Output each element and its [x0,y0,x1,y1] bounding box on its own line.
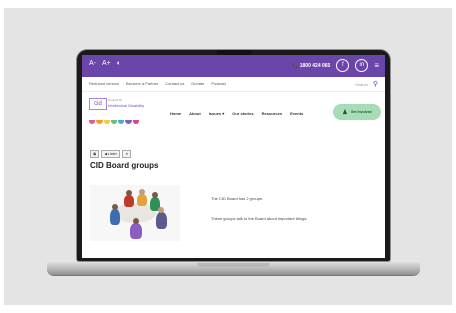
laptop-screen: A- A+ ◐ 📞 1800 424 065 f in ≡ Reduced ve… [82,55,385,258]
body-line-1: The CID Board has 2 groups. [211,196,264,201]
main-nav-issues[interactable]: Issues ▾ [209,111,225,116]
site-logo[interactable]: cid Council for Intellectual Disability [89,98,144,126]
contrast-icon[interactable]: ◐ [117,60,121,67]
base-groove [197,263,270,267]
main-nav-resources[interactable]: Resources [262,111,282,116]
board-meeting-photo [90,185,180,241]
nav-link-contact[interactable]: Contact us [165,81,184,86]
laptop-base [47,262,420,275]
nav-link-podcast[interactable]: Podcast [211,81,225,86]
body-line-2: These groups talk to the Board about imp… [211,216,308,221]
hamburger-icon[interactable]: ≡ [374,60,379,71]
main-nav-home[interactable]: Home [170,111,181,116]
logo-mark: cid [89,98,107,110]
decrease-font-button[interactable]: A- [89,60,96,67]
main-nav-our-stories[interactable]: Our stories [232,111,253,116]
nav-link-reduced-version[interactable]: Reduced version [89,81,119,86]
player-icon[interactable]: ▣ [90,150,100,158]
close-icon[interactable]: ✕ [122,150,132,158]
secondary-nav: Reduced version Become a Partner Contact… [82,77,385,92]
listen-button[interactable]: ◀ Listen [101,150,121,158]
increase-font-button[interactable]: A+ [102,60,111,67]
logo-text: Council for Intellectual Disability [108,98,145,108]
person-icon: ♟ [342,109,348,116]
audio-controls: ▣ ◀ Listen ✕ [90,150,132,158]
main-nav-about[interactable]: About [189,111,201,116]
logo-dots [89,120,139,126]
facebook-icon[interactable]: f [336,59,350,72]
linkedin-icon[interactable]: in [355,59,369,72]
top-bar: A- A+ ◐ 📞 1800 424 065 f in ≡ [82,55,385,77]
phone-number[interactable]: 📞 1800 424 065 [292,63,330,69]
search-label[interactable]: Search [355,82,368,87]
main-nav-events[interactable]: Events [290,111,303,116]
nav-link-donate[interactable]: Donate [191,81,204,86]
get-involved-button[interactable]: ♟ Get Involved [333,104,381,120]
site-header: cid Council for Intellectual Disability … [82,92,385,132]
search-icon[interactable]: ⚲ [373,80,378,88]
main-nav: Home About Issues ▾ Our stories Resource… [170,111,303,116]
laptop-lid: A- A+ ◐ 📞 1800 424 065 f in ≡ Reduced ve… [77,50,390,261]
page-title: CID Board groups [90,161,159,170]
nav-link-become-partner[interactable]: Become a Partner [126,81,158,86]
